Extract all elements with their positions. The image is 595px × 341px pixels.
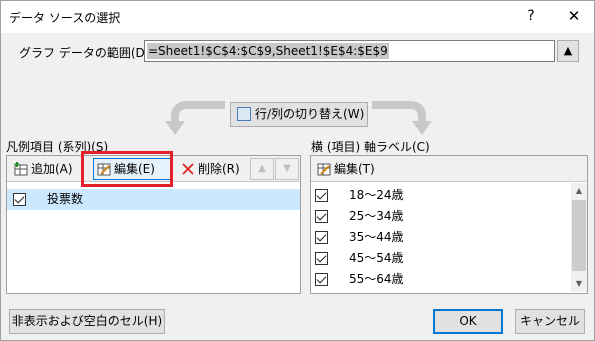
axis-label-checkbox[interactable] bbox=[315, 252, 328, 265]
switch-row-column-button[interactable]: 行/列の切り替え(W) bbox=[230, 102, 368, 127]
right-curved-arrow-icon bbox=[372, 101, 432, 135]
collapse-dialog-button[interactable]: ▲ bbox=[557, 40, 579, 62]
left-curved-arrow-icon bbox=[165, 101, 225, 135]
collapse-arrow-icon: ▲ bbox=[563, 44, 573, 57]
series-checkbox[interactable] bbox=[13, 193, 26, 206]
axis-label-row[interactable]: 35～44歳 bbox=[311, 227, 571, 248]
axis-label-text: 35～44歳 bbox=[349, 230, 404, 244]
add-series-label: 追加(A) bbox=[31, 162, 73, 176]
edit-highlight-frame bbox=[81, 151, 173, 187]
range-value: =Sheet1!$C$4:$C$9,Sheet1!$E$4:$E$9 bbox=[147, 43, 389, 59]
hidden-empty-cells-button[interactable]: 非表示および空白のセル(H) bbox=[9, 309, 165, 334]
edit-axis-labels-button[interactable]: 編集(T) bbox=[313, 158, 387, 180]
axis-label-row[interactable]: 25～34歳 bbox=[311, 206, 571, 227]
axis-label-checkbox[interactable] bbox=[315, 273, 328, 286]
delete-series-label: 削除(R) bbox=[198, 162, 240, 176]
delete-x-icon bbox=[181, 162, 195, 176]
move-up-button[interactable]: ▲ bbox=[250, 158, 274, 180]
axis-label-text: 25～34歳 bbox=[349, 209, 404, 223]
ok-button[interactable]: OK bbox=[433, 309, 503, 334]
dialog-title: データ ソースの選択 bbox=[9, 11, 121, 25]
add-series-button[interactable]: 追加(A) bbox=[10, 158, 82, 180]
axis-label-checkbox[interactable] bbox=[315, 210, 328, 223]
edit-table-icon bbox=[317, 162, 331, 176]
series-name: 投票数 bbox=[47, 192, 84, 206]
cancel-button[interactable]: キャンセル bbox=[515, 309, 585, 334]
axis-labels-panel: 編集(T) 18～24歳 25～34歳 35～44歳 45～54歳 55～64歳 bbox=[310, 155, 588, 294]
axis-labels-scrollbar[interactable]: ▲ ▼ bbox=[571, 183, 587, 292]
axis-labels-header: 横 (項目) 軸ラベル(C) bbox=[311, 140, 430, 154]
axis-label-row[interactable]: 45～54歳 bbox=[311, 248, 571, 269]
switch-row-column-label: 行/列の切り替え(W) bbox=[255, 107, 365, 121]
chevron-up-icon: ▲ bbox=[258, 163, 266, 174]
axis-label-text: 45～54歳 bbox=[349, 251, 404, 265]
title-bar: データ ソースの選択 ? ✕ bbox=[1, 1, 594, 33]
range-input[interactable]: =Sheet1!$C$4:$C$9,Sheet1!$E$4:$E$9 bbox=[144, 40, 555, 62]
edit-axis-labels-label: 編集(T) bbox=[334, 162, 375, 176]
axis-label-row[interactable]: 55～64歳 bbox=[311, 269, 571, 290]
move-down-button[interactable]: ▼ bbox=[275, 158, 299, 180]
delete-series-button[interactable]: 削除(R) bbox=[177, 158, 245, 180]
scroll-down-icon[interactable]: ▼ bbox=[571, 276, 587, 292]
switch-row-column-icon bbox=[237, 107, 251, 121]
close-button[interactable]: ✕ bbox=[563, 6, 585, 26]
axis-label-row[interactable]: 18～24歳 bbox=[311, 185, 571, 206]
axis-toolbar: 編集(T) bbox=[311, 156, 587, 182]
range-label: グラフ データの範囲(D): bbox=[19, 46, 154, 60]
select-data-source-dialog: データ ソースの選択 ? ✕ グラフ データの範囲(D): =Sheet1!$C… bbox=[0, 0, 595, 341]
chevron-down-icon: ▼ bbox=[283, 163, 291, 174]
add-table-icon bbox=[14, 162, 28, 176]
legend-series-row[interactable]: 投票数 bbox=[7, 189, 300, 210]
axis-label-checkbox[interactable] bbox=[315, 231, 328, 244]
scrollbar-thumb[interactable] bbox=[572, 200, 586, 271]
axis-label-text: 18～24歳 bbox=[349, 188, 404, 202]
help-button[interactable]: ? bbox=[521, 6, 541, 26]
scroll-up-icon[interactable]: ▲ bbox=[571, 183, 587, 199]
axis-label-text: 55～64歳 bbox=[349, 272, 404, 286]
axis-label-checkbox[interactable] bbox=[315, 189, 328, 202]
